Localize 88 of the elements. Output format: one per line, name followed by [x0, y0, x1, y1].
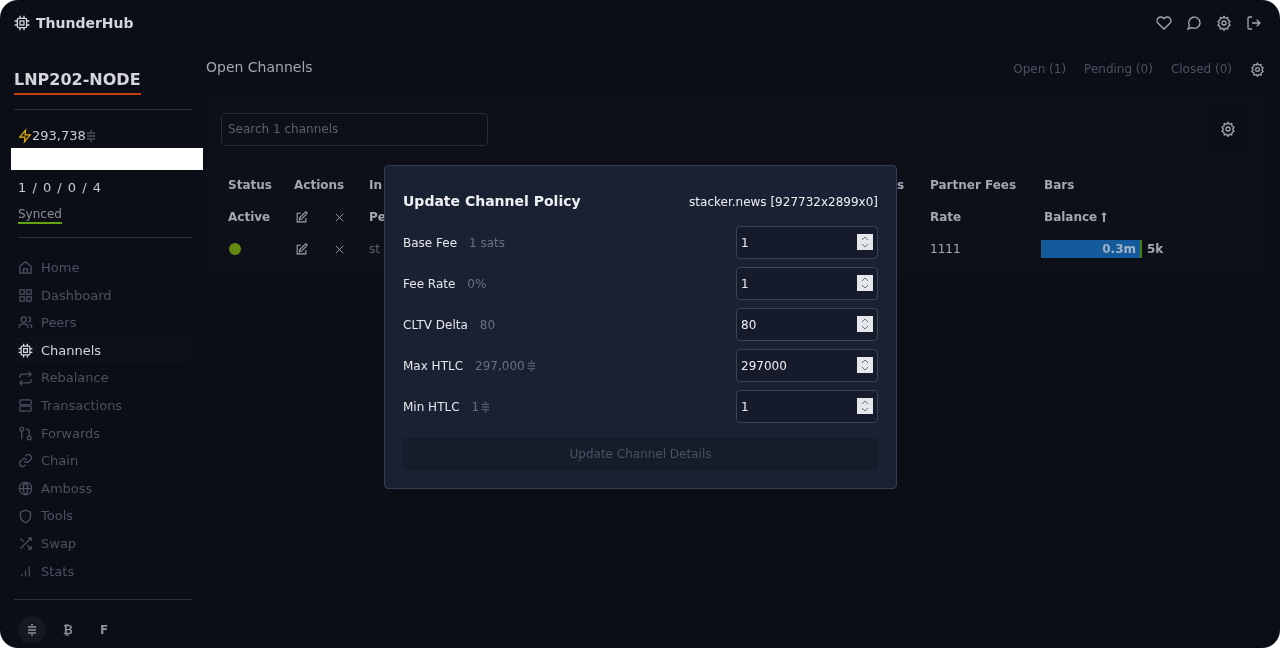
field-label: CLTV Delta: [403, 316, 468, 334]
nav-item[interactable]: Swap: [14, 529, 192, 558]
column-subheader: Rate: [930, 209, 962, 226]
settings-icon[interactable]: [1250, 61, 1265, 77]
channel-counts: 1 / 0 / 0 / 4: [18, 180, 103, 195]
edit-icon[interactable]: [295, 210, 308, 224]
number-field[interactable]: 1: [736, 226, 878, 259]
sats-icon: [526, 358, 536, 373]
column-header: Bars: [1044, 177, 1075, 194]
number-field[interactable]: 297000: [736, 349, 878, 382]
lightning-icon: [18, 128, 32, 144]
home-icon: [18, 260, 33, 276]
node-name: LNP202-NODE: [14, 68, 141, 95]
nav-item[interactable]: Home: [14, 254, 192, 282]
spinner-icon[interactable]: [857, 234, 873, 250]
field-label: Max HTLC: [403, 357, 464, 375]
sats-icon: [27, 623, 37, 638]
current-value: 80: [479, 316, 496, 334]
sort-icon[interactable]: [1101, 212, 1108, 222]
link-icon: [18, 453, 33, 469]
spinner-icon[interactable]: [857, 316, 873, 332]
globe-icon: [18, 481, 33, 497]
current-value: 0%: [467, 275, 487, 293]
lightning-balance: 293,738: [32, 127, 86, 146]
table-cell-text: st: [369, 241, 380, 258]
currency-button[interactable]: F: [90, 616, 118, 645]
number-field[interactable]: 80: [736, 308, 878, 341]
spinner-icon[interactable]: [857, 357, 873, 373]
page-title: Open Channels: [206, 57, 313, 77]
repeat-icon: [18, 370, 33, 386]
channel-tab[interactable]: Closed (0): [1170, 60, 1232, 78]
settings-icon[interactable]: [1216, 15, 1232, 31]
column-header: Partner Fees: [930, 177, 1017, 194]
nav-item[interactable]: Rebalance: [14, 364, 192, 392]
column-header: Status: [228, 177, 272, 194]
field-label: Fee Rate: [403, 275, 456, 293]
sats-icon: [481, 399, 491, 414]
number-field[interactable]: 1: [736, 390, 878, 423]
nav-item[interactable]: Dashboard: [14, 281, 192, 310]
current-value: 1 sats: [469, 234, 506, 252]
nav-item[interactable]: Forwards: [14, 419, 192, 448]
sats-icon: [85, 129, 96, 143]
chip-icon: [18, 343, 33, 359]
spinner-icon[interactable]: [857, 398, 873, 414]
route-icon: [18, 425, 33, 441]
search-field[interactable]: Search 1 channels: [221, 112, 488, 146]
channel-name: stacker.news [927732x2899x0]: [689, 193, 878, 211]
nav-item[interactable]: Transactions: [14, 391, 192, 420]
nav-item[interactable]: Stats: [14, 557, 192, 586]
currency-button[interactable]: [18, 616, 46, 645]
grid-icon: [18, 287, 33, 303]
current-value: 297,000: [475, 357, 525, 375]
nav-item[interactable]: Chain: [14, 447, 192, 475]
column-subheader: Active: [228, 209, 271, 226]
field-label: Min HTLC: [403, 398, 460, 416]
chat-icon[interactable]: [1186, 15, 1202, 31]
spinner-icon[interactable]: [857, 275, 873, 291]
shield-icon: [18, 508, 33, 524]
close-icon[interactable]: [334, 243, 345, 255]
remote-balance: 5k: [1147, 241, 1164, 258]
sync-status: Synced: [18, 206, 62, 224]
channel-tab[interactable]: Pending (0): [1084, 60, 1153, 78]
column-header: In: [369, 177, 382, 194]
column-header: s: [897, 177, 905, 194]
settings-icon: [1220, 121, 1236, 137]
number-field[interactable]: 1: [736, 267, 878, 300]
logout-icon[interactable]: [1246, 15, 1262, 31]
current-value: 1: [471, 398, 480, 416]
app-logo-text[interactable]: ThunderHub: [36, 12, 134, 34]
currency-button[interactable]: ₿: [54, 616, 82, 645]
chip-icon: [14, 15, 30, 31]
nav-item[interactable]: Amboss: [14, 474, 192, 503]
column-subheader: Balance: [1044, 209, 1098, 226]
nav-item[interactable]: Tools: [14, 502, 192, 530]
dialog-title: Update Channel Policy: [403, 192, 581, 211]
server-icon: [18, 398, 33, 414]
shuffle-icon: [18, 536, 33, 552]
table-cell-text: 1111: [930, 241, 961, 258]
heart-icon[interactable]: [1156, 15, 1172, 31]
close-icon[interactable]: [334, 211, 345, 223]
local-balance: 0.3m: [1102, 241, 1136, 258]
edit-icon[interactable]: [295, 242, 308, 256]
channel-tab[interactable]: Open (1): [1013, 60, 1067, 78]
field-label: Base Fee: [403, 234, 458, 252]
column-header: Actions: [294, 177, 345, 194]
people-icon: [18, 315, 33, 331]
nav-item[interactable]: Peers: [14, 309, 192, 337]
settings-button[interactable]: [1206, 109, 1250, 149]
